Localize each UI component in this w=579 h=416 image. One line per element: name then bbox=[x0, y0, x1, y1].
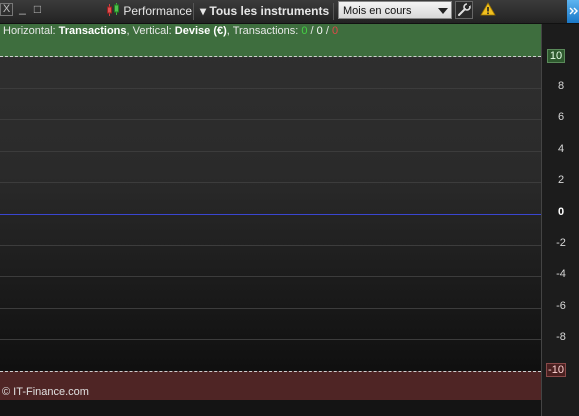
chevron-down-icon: ▾ bbox=[200, 4, 207, 18]
chart-info: Horizontal: Transactions, Vertical: Devi… bbox=[3, 25, 338, 37]
warning-icon bbox=[480, 2, 496, 16]
toolbar-separator bbox=[193, 3, 194, 20]
period-select[interactable]: Mois en cours bbox=[338, 1, 452, 19]
toolbar-separator bbox=[333, 3, 334, 20]
transactions-prefix: , Transactions: bbox=[226, 25, 302, 37]
vertical-axis-value: Devise (€) bbox=[174, 25, 227, 37]
horizontal-prefix: Horizontal: bbox=[3, 25, 59, 37]
y-tick-label: -4 bbox=[556, 268, 566, 280]
y-tick-label: 10 bbox=[547, 49, 565, 63]
y-tick-label: -10 bbox=[546, 363, 566, 377]
lower-limit-line bbox=[0, 371, 541, 372]
y-tick-label: -2 bbox=[556, 237, 566, 249]
maximize-window-icon[interactable]: □ bbox=[31, 3, 44, 16]
losing-count: 0 bbox=[331, 25, 339, 37]
performance-chart[interactable]: Horizontal: Transactions, Vertical: Devi… bbox=[0, 24, 541, 400]
gridline bbox=[0, 119, 541, 120]
gridline bbox=[0, 308, 541, 309]
separator: / bbox=[307, 25, 317, 37]
gridline bbox=[0, 151, 541, 152]
y-tick-label: 8 bbox=[557, 80, 565, 92]
minimize-window-icon[interactable]: _ bbox=[16, 2, 29, 15]
instruments-dropdown[interactable]: ▾ Tous les instruments bbox=[200, 2, 329, 20]
vertical-prefix: , Vertical: bbox=[126, 25, 175, 37]
performance-label: Performance bbox=[123, 4, 193, 18]
gridline bbox=[0, 182, 541, 183]
y-tick-label: 0 bbox=[557, 206, 565, 218]
y-tick-label: -6 bbox=[556, 300, 566, 312]
close-window-icon[interactable]: X bbox=[0, 3, 13, 16]
toolbar: X _ □ Performance ▾ Tous les instruments… bbox=[0, 0, 579, 24]
zero-line bbox=[0, 214, 541, 215]
y-tick-label: 4 bbox=[557, 143, 565, 155]
y-tick-label: -8 bbox=[556, 331, 566, 343]
double-chevron-icon bbox=[569, 7, 578, 15]
panel-toggle-button[interactable] bbox=[567, 0, 579, 23]
gridline bbox=[0, 339, 541, 340]
copyright-label: © IT-Finance.com bbox=[2, 386, 89, 398]
instruments-label: Tous les instruments bbox=[209, 4, 330, 18]
performance-button[interactable]: Performance bbox=[106, 2, 192, 20]
gridline bbox=[0, 245, 541, 246]
settings-button[interactable] bbox=[455, 1, 473, 19]
y-tick-label: 2 bbox=[557, 174, 565, 186]
y-tick-label: 6 bbox=[557, 111, 565, 123]
select-arrow-icon bbox=[438, 8, 448, 14]
gridline bbox=[0, 276, 541, 277]
warning-button[interactable] bbox=[480, 1, 498, 19]
horizontal-axis bbox=[0, 400, 541, 416]
separator: / bbox=[322, 25, 332, 37]
period-select-value: Mois en cours bbox=[343, 5, 412, 17]
horizontal-axis-value: Transactions bbox=[58, 25, 127, 37]
y-axis[interactable]: 10 8 6 4 2 0 -2 -4 -6 -8 -10 bbox=[541, 24, 579, 416]
candlestick-icon bbox=[107, 3, 119, 16]
upper-limit-line bbox=[0, 56, 541, 57]
gridline bbox=[0, 88, 541, 89]
wrench-icon bbox=[458, 3, 471, 16]
